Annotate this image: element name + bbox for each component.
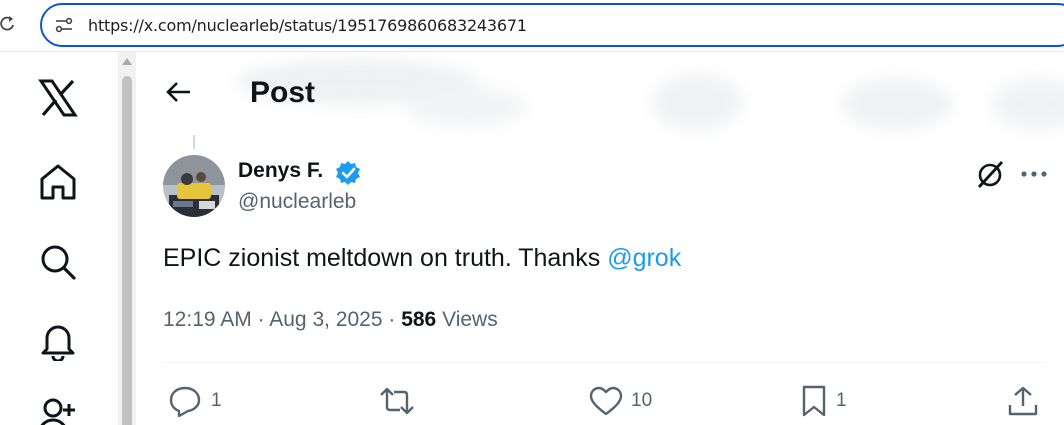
post-text-body: EPIC zionist meltdown on truth. Thanks xyxy=(163,244,608,272)
post-text: EPIC zionist meltdown on truth. Thanks @… xyxy=(163,244,681,273)
more-options-icon[interactable] xyxy=(1019,159,1049,189)
notifications-icon[interactable] xyxy=(36,319,80,363)
page-title: Post xyxy=(250,76,316,109)
post-time[interactable]: 12:19 AM xyxy=(163,308,252,331)
thread-line xyxy=(193,135,195,149)
meta-separator: · xyxy=(251,308,270,331)
header-backdrop xyxy=(207,52,1064,142)
reply-button[interactable]: 1 xyxy=(169,384,222,418)
post-meta: 12:19 AM · Aug 3, 2025 · 586 Views xyxy=(163,308,498,332)
home-icon[interactable] xyxy=(36,160,80,204)
like-count: 10 xyxy=(631,390,653,411)
scrollbar[interactable] xyxy=(118,52,136,425)
grok-icon[interactable] xyxy=(975,159,1005,189)
meta-separator: · xyxy=(382,308,402,331)
share-icon xyxy=(1008,386,1038,416)
verified-badge-icon xyxy=(335,160,361,186)
views-count: 586 xyxy=(401,308,437,331)
heart-icon xyxy=(589,386,623,416)
url-text[interactable]: https://x.com/nuclearleb/status/19517698… xyxy=(88,16,527,35)
scroll-thumb[interactable] xyxy=(122,76,132,425)
repost-icon xyxy=(380,387,414,415)
reply-icon xyxy=(169,386,201,417)
share-button[interactable] xyxy=(1007,384,1039,418)
mention-link[interactable]: @grok xyxy=(607,244,681,272)
author-handle[interactable]: @nuclearleb xyxy=(238,190,356,214)
bookmark-button[interactable]: 1 xyxy=(800,384,847,418)
author-name[interactable]: Denys F. xyxy=(238,159,323,183)
x-logo-icon[interactable] xyxy=(36,76,80,120)
search-icon[interactable] xyxy=(36,240,80,284)
follow-icon[interactable] xyxy=(36,392,80,425)
bookmark-count: 1 xyxy=(836,390,847,411)
avatar[interactable] xyxy=(163,155,225,217)
address-bar[interactable]: https://x.com/nuclearleb/status/19517698… xyxy=(40,3,1064,47)
views-label: Views xyxy=(436,308,498,331)
site-info-icon[interactable] xyxy=(54,15,74,35)
reply-count: 1 xyxy=(211,390,222,411)
scroll-up-arrow-icon[interactable] xyxy=(122,58,132,65)
reload-icon[interactable] xyxy=(0,12,18,36)
divider xyxy=(163,362,1045,363)
sidebar-nav xyxy=(0,52,118,425)
post-column: Post Denys F. @nuclearleb EPIC zionist m… xyxy=(137,52,1064,425)
back-arrow-icon xyxy=(166,82,190,102)
like-button[interactable]: 10 xyxy=(589,384,652,418)
post-date[interactable]: Aug 3, 2025 xyxy=(269,308,382,331)
repost-button[interactable] xyxy=(379,384,423,418)
back-button[interactable] xyxy=(161,74,197,110)
browser-toolbar: https://x.com/nuclearleb/status/19517698… xyxy=(0,0,1064,52)
bookmark-icon xyxy=(802,385,826,417)
